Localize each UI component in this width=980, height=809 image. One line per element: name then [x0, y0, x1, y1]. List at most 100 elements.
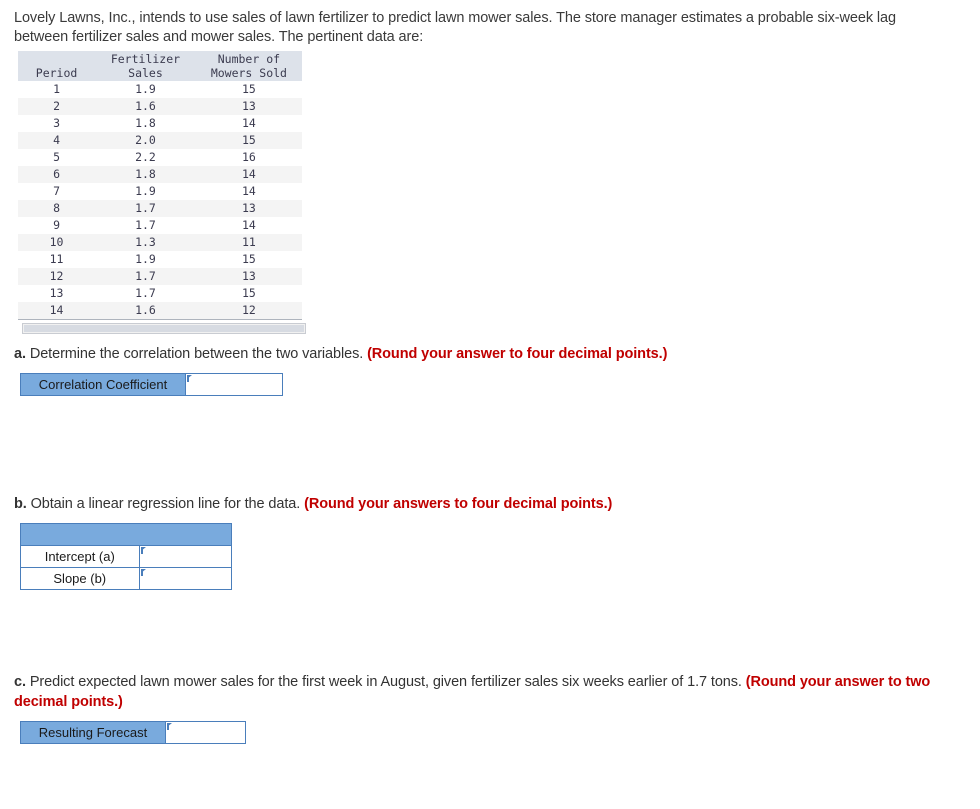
cell-fertilizer-sales: 1.7 [135, 269, 156, 283]
cell-mowers-sold: 15 [241, 82, 256, 96]
table-row: 14 1.6 12 [18, 302, 302, 320]
resulting-forecast-row: Resulting Forecast [20, 721, 246, 744]
table-row: 1 1.9 15 [18, 81, 302, 98]
table-header-row: Period Fertilizer Sales Number of Mowers… [18, 51, 302, 81]
cell-mowers-sold: 11 [241, 235, 256, 249]
problem-statement: Lovely Lawns, Inc., intends to use sales… [14, 10, 896, 45]
cell-period: 1 [53, 82, 61, 96]
intercept-input[interactable] [139, 546, 231, 567]
table-horizontal-scrollbar[interactable] [22, 323, 306, 334]
slope-cell[interactable] [138, 567, 233, 590]
cell-mowers-sold: 15 [241, 286, 256, 300]
intercept-cell[interactable] [138, 545, 233, 568]
cell-mowers-sold: 13 [241, 269, 256, 283]
correlation-coefficient-label: Correlation Coefficient [21, 374, 185, 395]
column-header-period: Period [18, 51, 96, 81]
table-row: 10 1.3 11 [18, 234, 302, 251]
column-header-fertilizer-sales: Fertilizer Sales [95, 51, 196, 81]
cell-period: 8 [53, 201, 61, 215]
cell-period: 9 [53, 218, 61, 232]
question-a-text: Determine the correlation between the tw… [25, 346, 368, 362]
pertinent-data-table: Period Fertilizer Sales Number of Mowers… [18, 51, 302, 320]
table-row: 9 1.7 14 [18, 217, 302, 234]
regression-grid-header-cell [20, 523, 232, 546]
cell-period: 6 [53, 167, 61, 181]
table-row: 12 1.7 13 [18, 268, 302, 285]
cell-fertilizer-sales: 1.9 [135, 82, 156, 96]
cell-fertilizer-sales: 1.7 [135, 201, 156, 215]
table-row: 5 2.2 16 [18, 149, 302, 166]
correlation-coefficient-input[interactable] [186, 374, 282, 395]
spacer-after-b [14, 590, 966, 662]
table-row: 13 1.7 15 [18, 285, 302, 302]
question-c: c. Predict expected lawn mower sales for… [14, 672, 944, 712]
slope-row: Slope (b) [20, 567, 233, 590]
cell-mowers-sold: 14 [241, 116, 256, 130]
cell-period: 3 [53, 116, 61, 130]
table-row: 4 2.0 15 [18, 132, 302, 149]
cell-mowers-sold: 15 [241, 133, 256, 147]
cell-fertilizer-sales: 1.6 [95, 302, 196, 320]
question-c-text: Predict expected lawn mower sales for th… [25, 674, 746, 690]
question-a-label: a. [14, 346, 26, 362]
table-row: 2 1.6 13 [18, 98, 302, 115]
question-b-text: Obtain a linear regression line for the … [26, 496, 305, 512]
resulting-forecast-input[interactable] [166, 722, 245, 743]
cell-fertilizer-sales: 1.3 [135, 235, 156, 249]
question-c-label: c. [14, 674, 26, 690]
column-header-mowers-sold: Number of Mowers Sold [195, 51, 302, 81]
slope-label: Slope (b) [20, 567, 140, 590]
regression-answer-grid: Intercept (a) Slope (b) [20, 523, 233, 590]
cell-period: 7 [53, 184, 61, 198]
cell-period: 5 [53, 150, 61, 164]
cell-fertilizer-sales: 1.9 [135, 184, 156, 198]
intercept-row: Intercept (a) [20, 545, 233, 568]
question-b: b. Obtain a linear regression line for t… [14, 494, 944, 514]
scrollbar-thumb[interactable] [24, 325, 304, 332]
data-table-container: Period Fertilizer Sales Number of Mowers… [18, 51, 306, 334]
cell-mowers-sold: 13 [241, 99, 256, 113]
slope-input[interactable] [139, 568, 231, 589]
cell-period: 2 [53, 99, 61, 113]
resulting-forecast-cell[interactable] [165, 722, 245, 743]
cell-fertilizer-sales: 1.8 [135, 116, 156, 130]
cell-mowers-sold: 14 [241, 184, 256, 198]
table-row: 7 1.9 14 [18, 183, 302, 200]
table-row: 3 1.8 14 [18, 115, 302, 132]
cell-mowers-sold: 16 [241, 150, 256, 164]
spacer-after-a [14, 396, 966, 484]
cell-fertilizer-sales: 1.7 [135, 286, 156, 300]
table-body: 1 1.9 15 2 1.6 13 3 1.8 14 4 2.0 15 5 2.2 16 6 1.8 14 7 1.9… [18, 81, 302, 320]
correlation-coefficient-row: Correlation Coefficient [20, 373, 283, 396]
cell-fertilizer-sales: 2.2 [135, 150, 156, 164]
table-row: 6 1.8 14 [18, 166, 302, 183]
cell-fertilizer-sales: 1.8 [135, 167, 156, 181]
resulting-forecast-label: Resulting Forecast [21, 722, 165, 743]
cell-period: 10 [49, 235, 64, 249]
cell-mowers-sold: 12 [195, 302, 302, 320]
question-a: a. Determine the correlation between the… [14, 344, 944, 364]
cell-fertilizer-sales: 1.6 [135, 99, 156, 113]
table-row: 8 1.7 13 [18, 200, 302, 217]
question-b-hint: (Round your answers to four decimal poin… [304, 496, 613, 512]
cell-fertilizer-sales: 1.9 [135, 252, 156, 266]
cell-period: 4 [53, 133, 61, 147]
question-b-label: b. [14, 496, 27, 512]
regression-grid-header-row [20, 523, 232, 546]
cell-mowers-sold: 13 [241, 201, 256, 215]
intercept-label: Intercept (a) [20, 545, 140, 568]
cell-fertilizer-sales: 1.7 [135, 218, 156, 232]
table-row: 11 1.9 15 [18, 251, 302, 268]
cell-period: 14 [18, 302, 96, 320]
cell-period: 11 [49, 252, 64, 266]
cell-mowers-sold: 14 [241, 218, 256, 232]
cell-period: 12 [49, 269, 64, 283]
correlation-coefficient-cell[interactable] [185, 374, 282, 395]
table-header: Period Fertilizer Sales Number of Mowers… [18, 51, 302, 81]
cell-period: 13 [49, 286, 64, 300]
cell-fertilizer-sales: 2.0 [135, 133, 156, 147]
cell-mowers-sold: 14 [241, 167, 256, 181]
worksheet-page: Lovely Lawns, Inc., intends to use sales… [0, 0, 980, 744]
question-a-hint: (Round your answer to four decimal point… [367, 346, 668, 362]
cell-mowers-sold: 15 [241, 252, 256, 266]
